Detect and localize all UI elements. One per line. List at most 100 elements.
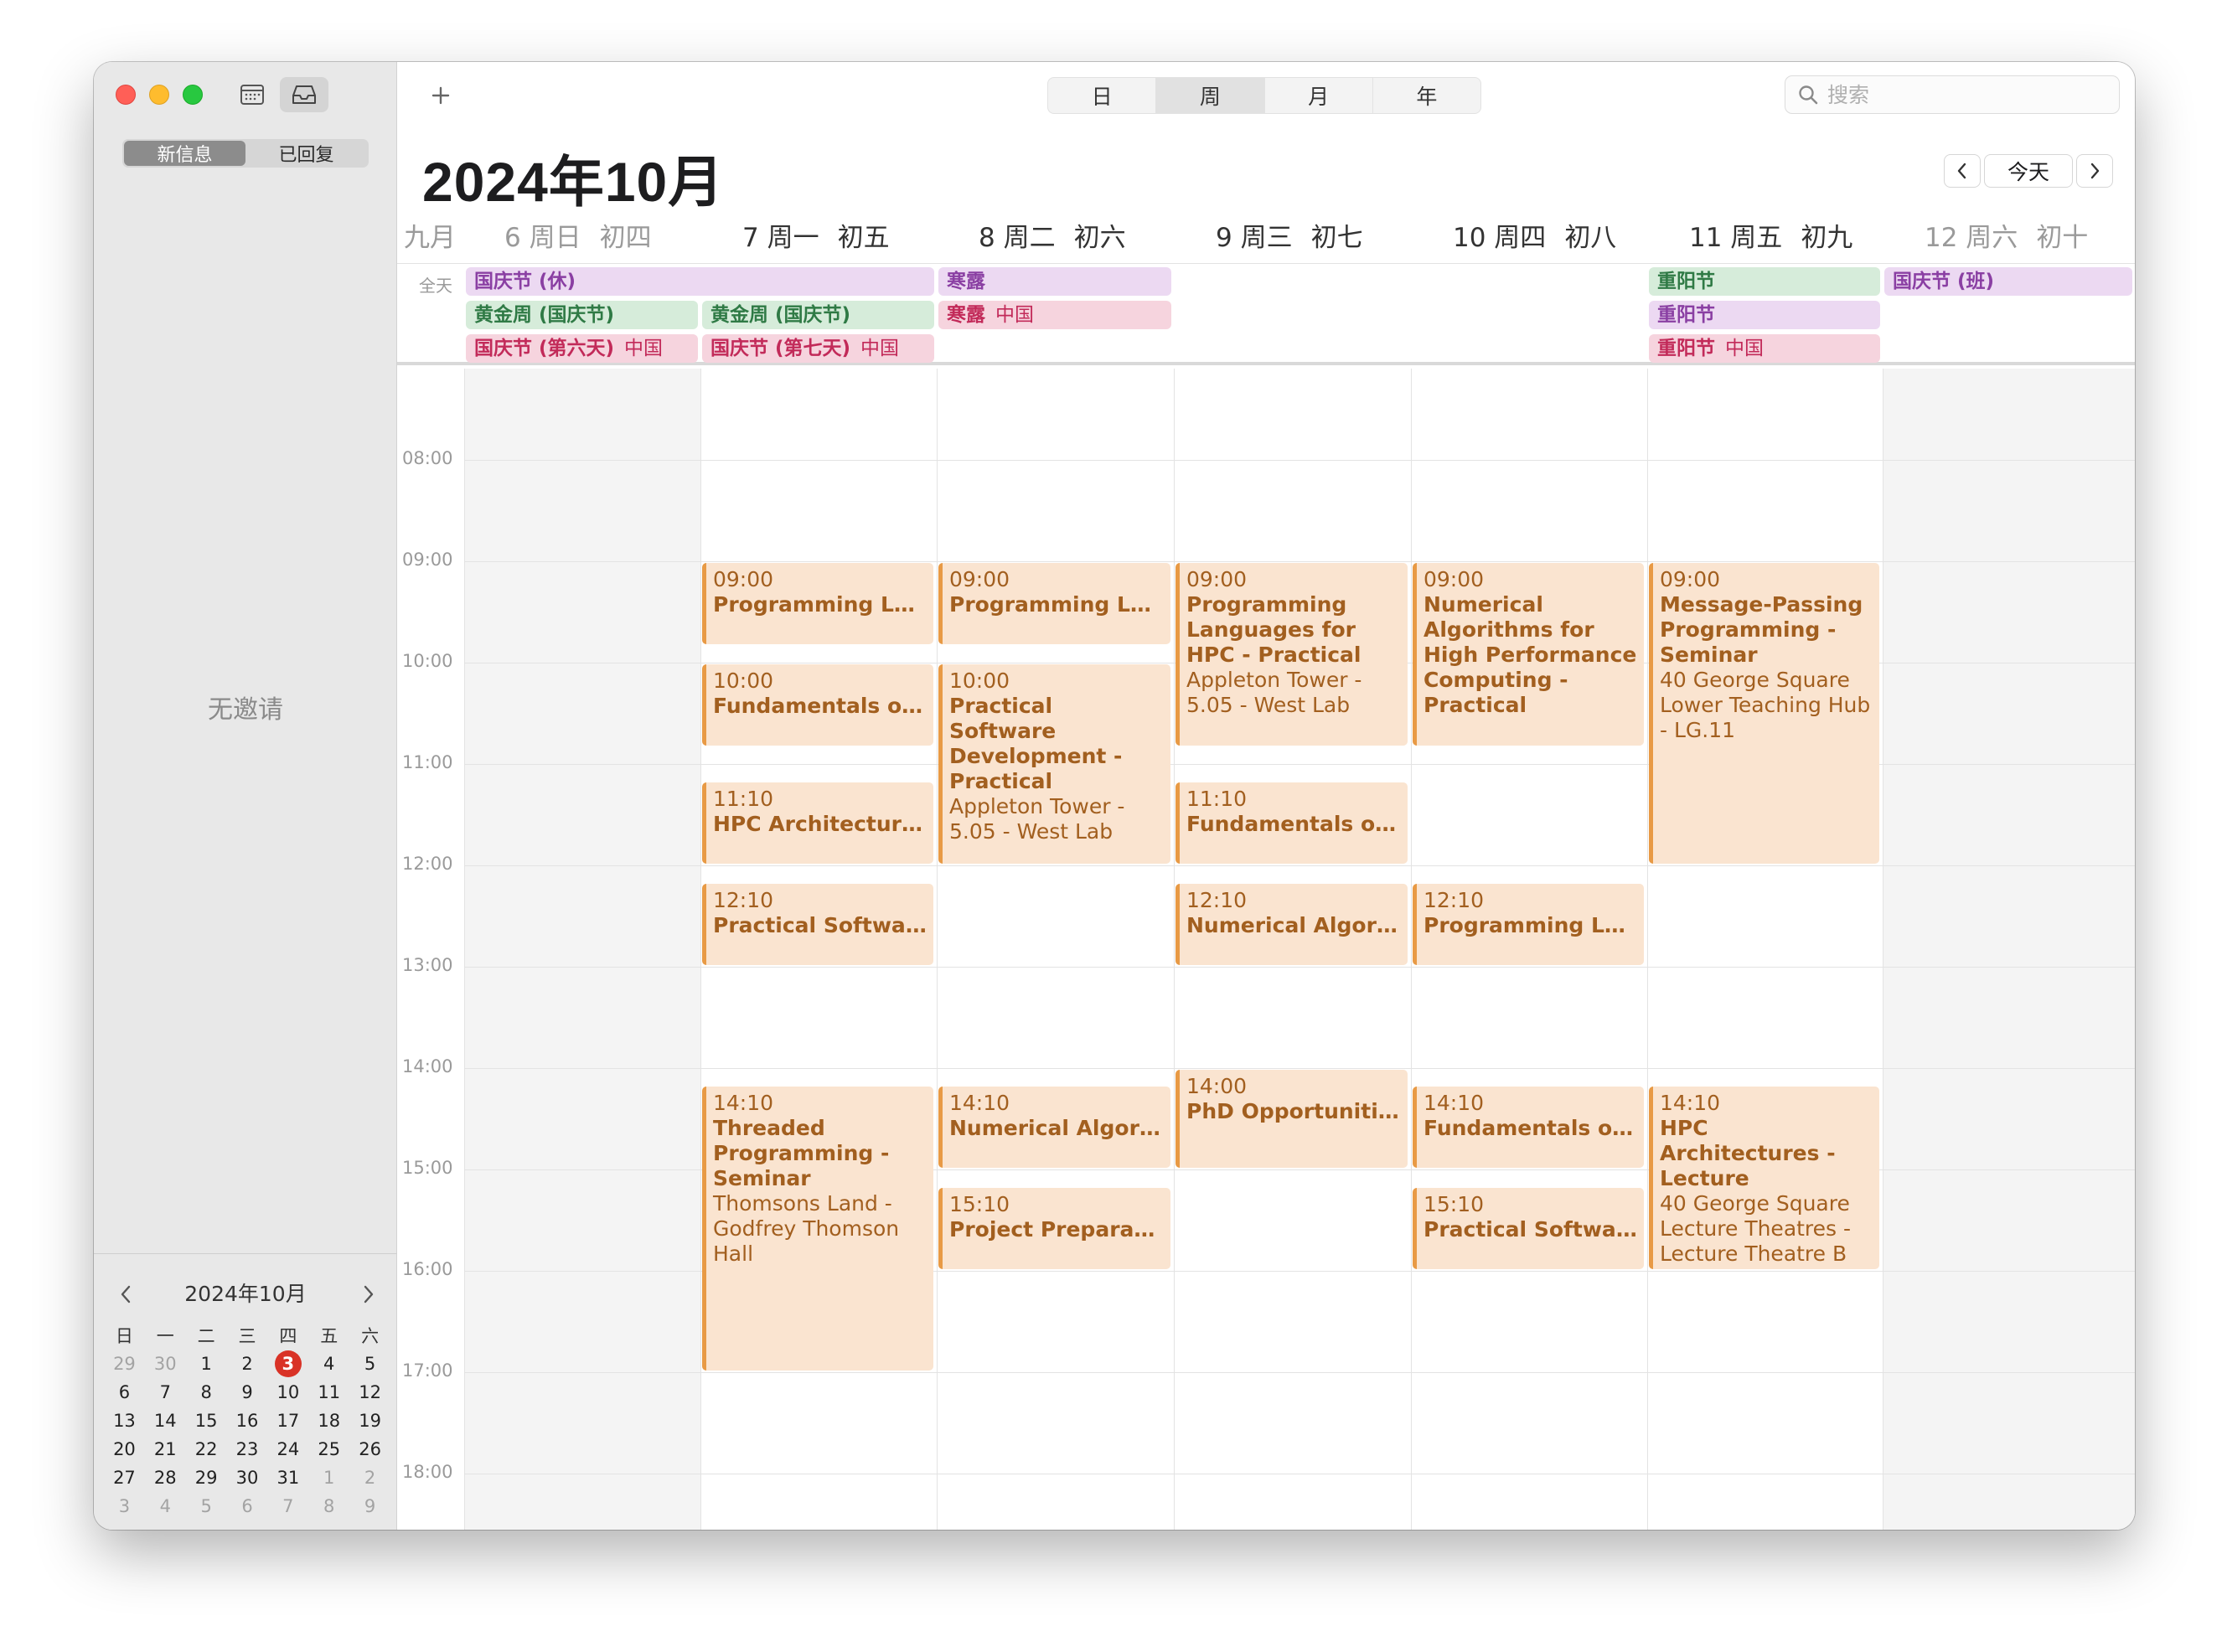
mini-calendar-day[interactable]: 6 xyxy=(104,1378,145,1407)
mini-calendar-day[interactable]: 11 xyxy=(308,1378,349,1407)
mini-calendar-day[interactable]: 26 xyxy=(349,1435,390,1464)
mini-calendar-day[interactable]: 29 xyxy=(104,1350,145,1378)
mini-calendar-day[interactable]: 2 xyxy=(227,1350,268,1378)
calendar-event[interactable]: 12:10Numerical Algorith... xyxy=(1176,884,1408,965)
mini-calendar-day[interactable]: 8 xyxy=(308,1492,349,1520)
mini-calendar-day[interactable]: 9 xyxy=(349,1492,390,1520)
mini-calendar-day[interactable]: 4 xyxy=(308,1350,349,1378)
all-day-event[interactable]: 国庆节 (休) xyxy=(466,267,934,296)
view-month-tab[interactable]: 月 xyxy=(1265,78,1373,113)
mini-calendar-day[interactable]: 30 xyxy=(227,1464,268,1492)
calendar-event[interactable]: 11:10Fundamentals of D... xyxy=(1176,782,1408,864)
view-week-tab[interactable]: 周 xyxy=(1156,78,1265,113)
calendar-event[interactable]: 09:00 Programming Languages for HPC - Pra… xyxy=(1176,563,1408,746)
mini-calendar-day[interactable]: 15 xyxy=(186,1407,227,1435)
mini-calendar-day[interactable]: 21 xyxy=(145,1435,186,1464)
mini-calendar-day[interactable]: 9 xyxy=(227,1378,268,1407)
mini-calendar-next-button[interactable] xyxy=(354,1279,384,1309)
calendar-event[interactable]: 12:10Programming Lang... xyxy=(1413,884,1644,965)
calendar-event[interactable]: 09:00 Message-Passing Programming - Semin… xyxy=(1649,563,1879,864)
day-header[interactable]: 7 周一 初五 xyxy=(742,213,890,263)
calendar-event[interactable]: 09:00Programming Lang... xyxy=(702,563,933,644)
calendar-event[interactable]: 14:10Numerical Algorith... xyxy=(938,1087,1170,1168)
mini-calendar-day[interactable]: 10 xyxy=(267,1378,308,1407)
week-time-grid[interactable]: 08:00 09:00 10:00 11:00 12:00 13:00 14:00 15:00… xyxy=(397,369,2135,1530)
inbox-toggle-button[interactable] xyxy=(280,77,328,112)
mini-calendar-day[interactable]: 28 xyxy=(145,1464,186,1492)
all-day-event[interactable]: 重阳节 xyxy=(1649,267,1880,296)
mini-calendar-day[interactable]: 23 xyxy=(227,1435,268,1464)
all-day-event[interactable]: 国庆节 (第六天) 中国 xyxy=(466,334,698,363)
calendar-event[interactable]: 14:10 HPC Architectures - Lecture 40 Georg… xyxy=(1649,1087,1879,1269)
calendar-list-toggle-button[interactable] xyxy=(228,77,276,112)
all-day-event[interactable]: 黄金周 (国庆节) xyxy=(702,301,934,329)
day-header[interactable]: 9 周三 初七 xyxy=(1216,213,1363,263)
mini-calendar-day[interactable]: 20 xyxy=(104,1435,145,1464)
mini-calendar-day[interactable]: 3 xyxy=(104,1492,145,1520)
mini-calendar-day[interactable]: 17 xyxy=(267,1407,308,1435)
mini-calendar-day[interactable]: 12 xyxy=(349,1378,390,1407)
all-day-event[interactable]: 国庆节 (班) xyxy=(1884,267,2132,296)
mini-calendar-day[interactable]: 19 xyxy=(349,1407,390,1435)
calendar-event[interactable]: 14:10 Threaded Programming - Seminar Thoms… xyxy=(702,1087,933,1371)
minimize-window-button[interactable] xyxy=(149,85,169,105)
previous-week-button[interactable] xyxy=(1944,154,1981,188)
calendar-event[interactable]: 12:10Practical Software... xyxy=(702,884,933,965)
search-input[interactable] xyxy=(1827,82,2095,107)
today-button[interactable]: 今天 xyxy=(1984,154,2073,188)
calendar-event[interactable]: 15:10Project Preparatio... xyxy=(938,1188,1170,1269)
calendar-event[interactable]: 10:00Fundamentals of D... xyxy=(702,664,933,746)
mini-calendar-day[interactable]: 13 xyxy=(104,1407,145,1435)
mini-calendar-day[interactable]: 4 xyxy=(145,1492,186,1520)
all-day-event[interactable]: 寒露 中国 xyxy=(938,301,1171,329)
mini-calendar-day[interactable]: 24 xyxy=(267,1435,308,1464)
all-day-event[interactable]: 重阳节 中国 xyxy=(1649,334,1880,363)
mini-calendar-day[interactable]: 18 xyxy=(308,1407,349,1435)
mini-calendar-day[interactable]: 1 xyxy=(186,1350,227,1378)
search-field[interactable] xyxy=(1785,75,2120,114)
mini-calendar-day[interactable]: 6 xyxy=(227,1492,268,1520)
zoom-window-button[interactable] xyxy=(183,85,203,105)
add-event-button[interactable] xyxy=(422,79,459,112)
mini-calendar-day[interactable]: 7 xyxy=(267,1492,308,1520)
mini-calendar-day[interactable]: 22 xyxy=(186,1435,227,1464)
mini-calendar-day[interactable]: 2 xyxy=(349,1464,390,1492)
day-header-lunar: 初十 xyxy=(2036,223,2089,253)
all-day-event[interactable]: 黄金周 (国庆节) xyxy=(466,301,698,329)
mini-calendar-day[interactable]: 29 xyxy=(186,1464,227,1492)
calendar-event[interactable]: 14:00PhD Opportunities with Nick Brown..… xyxy=(1176,1070,1408,1168)
mini-calendar-day[interactable]: 25 xyxy=(308,1435,349,1464)
calendar-event[interactable]: 09:00Programming Lang... xyxy=(938,563,1170,644)
mini-calendar-prev-button[interactable] xyxy=(111,1279,141,1309)
all-day-event[interactable]: 寒露 xyxy=(938,267,1171,296)
calendar-event[interactable]: 09:00 Numerical Algorithms for High Perfo… xyxy=(1413,563,1644,746)
mini-calendar-day[interactable]: 31 xyxy=(267,1464,308,1492)
calendar-event[interactable]: 10:00 Practical Software Development - Pr… xyxy=(938,664,1170,864)
all-day-event[interactable]: 国庆节 (第七天) 中国 xyxy=(702,334,934,363)
view-year-tab[interactable]: 年 xyxy=(1373,78,1480,113)
mini-calendar-day[interactable]: 30 xyxy=(145,1350,186,1378)
day-header[interactable]: 6 周日 初四 xyxy=(504,213,652,263)
mini-calendar-day[interactable]: 27 xyxy=(104,1464,145,1492)
mini-calendar-day[interactable]: 16 xyxy=(227,1407,268,1435)
new-invites-tab[interactable]: 新信息 xyxy=(124,141,245,166)
day-header[interactable]: 11 周五 初九 xyxy=(1689,213,1852,263)
calendar-event[interactable]: 11:10HPC Architectures... xyxy=(702,782,933,864)
all-day-event[interactable]: 重阳节 xyxy=(1649,301,1880,329)
calendar-event[interactable]: 15:10Practical Software... xyxy=(1413,1188,1644,1269)
day-header[interactable]: 12 周六 初十 xyxy=(1925,213,2088,263)
close-window-button[interactable] xyxy=(116,85,136,105)
mini-calendar-day[interactable]: 14 xyxy=(145,1407,186,1435)
next-week-button[interactable] xyxy=(2076,154,2113,188)
calendar-event[interactable]: 14:10Fundamentals of D... xyxy=(1413,1087,1644,1168)
mini-calendar-day[interactable]: 8 xyxy=(186,1378,227,1407)
mini-calendar-day[interactable]: 7 xyxy=(145,1378,186,1407)
view-day-tab[interactable]: 日 xyxy=(1048,78,1157,113)
day-header[interactable]: 8 周二 初六 xyxy=(979,213,1126,263)
day-header[interactable]: 10 周四 初八 xyxy=(1453,213,1616,263)
replied-invites-tab[interactable]: 已回复 xyxy=(245,141,367,166)
mini-calendar-today[interactable]: 3 xyxy=(267,1350,308,1378)
mini-calendar-day[interactable]: 1 xyxy=(308,1464,349,1492)
mini-calendar-day[interactable]: 5 xyxy=(349,1350,390,1378)
mini-calendar-day[interactable]: 5 xyxy=(186,1492,227,1520)
